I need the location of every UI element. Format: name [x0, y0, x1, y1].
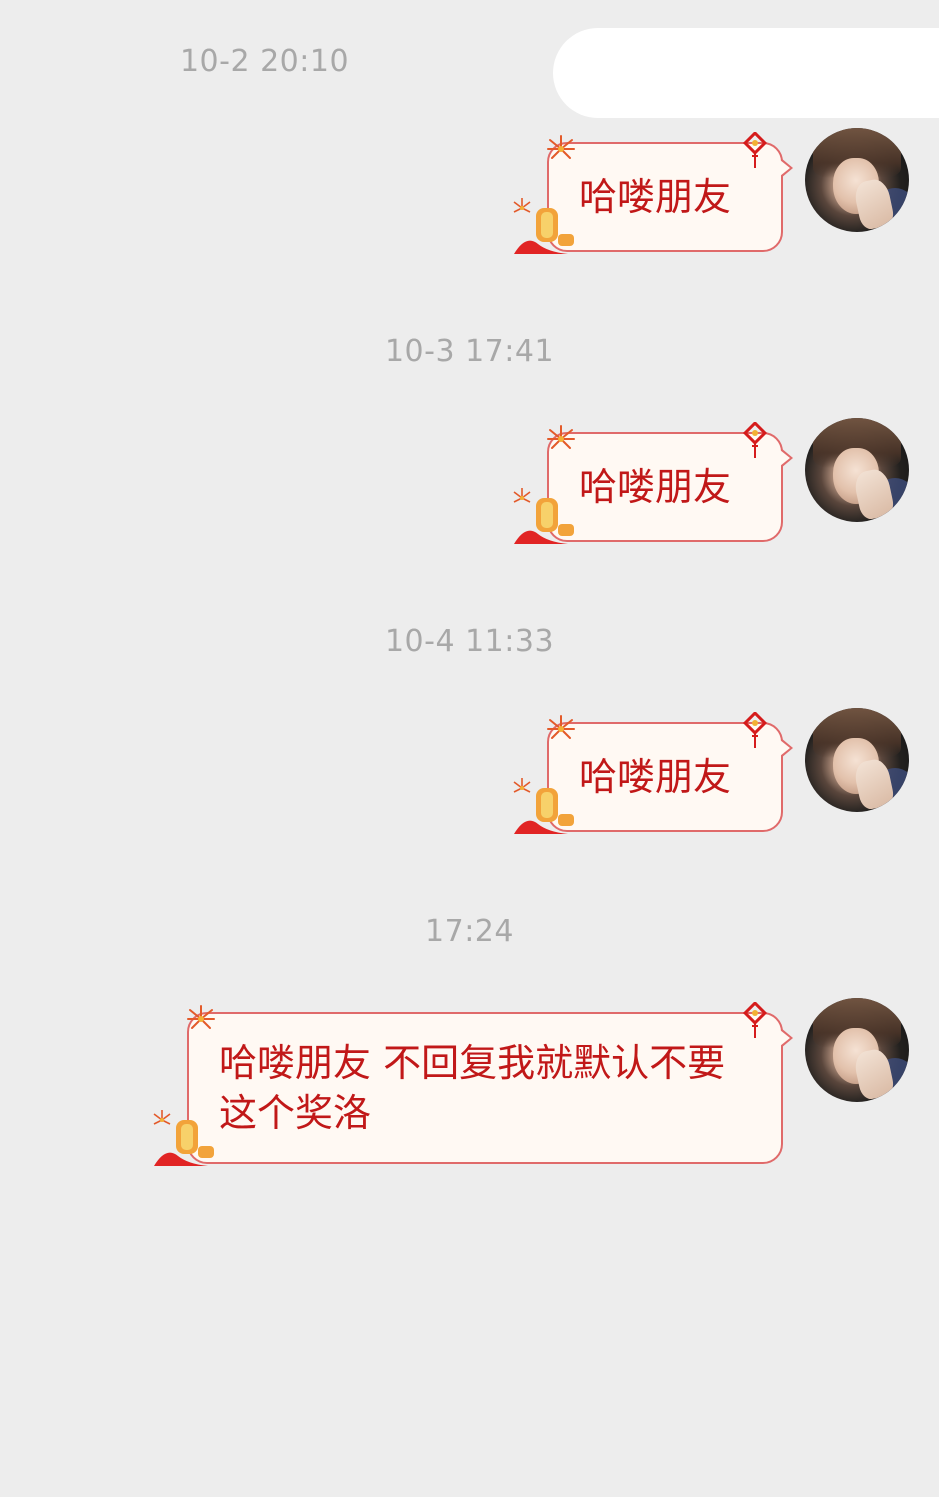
avatar[interactable] [805, 998, 909, 1102]
timestamp-text: 17:24 [425, 914, 514, 949]
avatar[interactable] [805, 418, 909, 522]
lantern-icon [513, 198, 574, 254]
lantern-icon [513, 488, 574, 544]
redacted-area [553, 28, 939, 118]
chinese-knot-icon [742, 712, 768, 748]
message-bubble[interactable]: 哈喽朋友 不回复我就默认不要这个奖洛 [187, 1012, 793, 1164]
firework-icon [187, 1005, 215, 1029]
avatar[interactable] [805, 708, 909, 812]
lantern-icon [513, 778, 574, 834]
timestamp: 10-4 11:33 [0, 622, 939, 662]
timestamp-text: 10-4 11:33 [384, 624, 555, 659]
chinese-knot-icon [742, 1002, 768, 1038]
firework-icon [547, 135, 575, 159]
message-text: 哈喽朋友 [579, 755, 732, 799]
firework-icon [547, 715, 575, 739]
chinese-knot-icon [742, 422, 768, 458]
message-text: 哈喽朋友 不回复我就默认不要这个奖洛 [219, 1041, 726, 1135]
chinese-knot-icon [742, 132, 768, 168]
message-text: 哈喽朋友 [579, 465, 732, 509]
avatar[interactable] [805, 128, 909, 232]
timestamp: 17:24 [0, 912, 939, 952]
firework-icon [547, 425, 575, 449]
lantern-icon [153, 1110, 214, 1166]
chat-view: 10-2 20:10 哈喽朋友 10-3 17:41 哈喽朋友 10-4 11:… [0, 0, 939, 1497]
message-text: 哈喽朋友 [579, 175, 732, 219]
timestamp-text: 10-3 17:41 [384, 334, 555, 369]
timestamp: 10-3 17:41 [0, 332, 939, 372]
